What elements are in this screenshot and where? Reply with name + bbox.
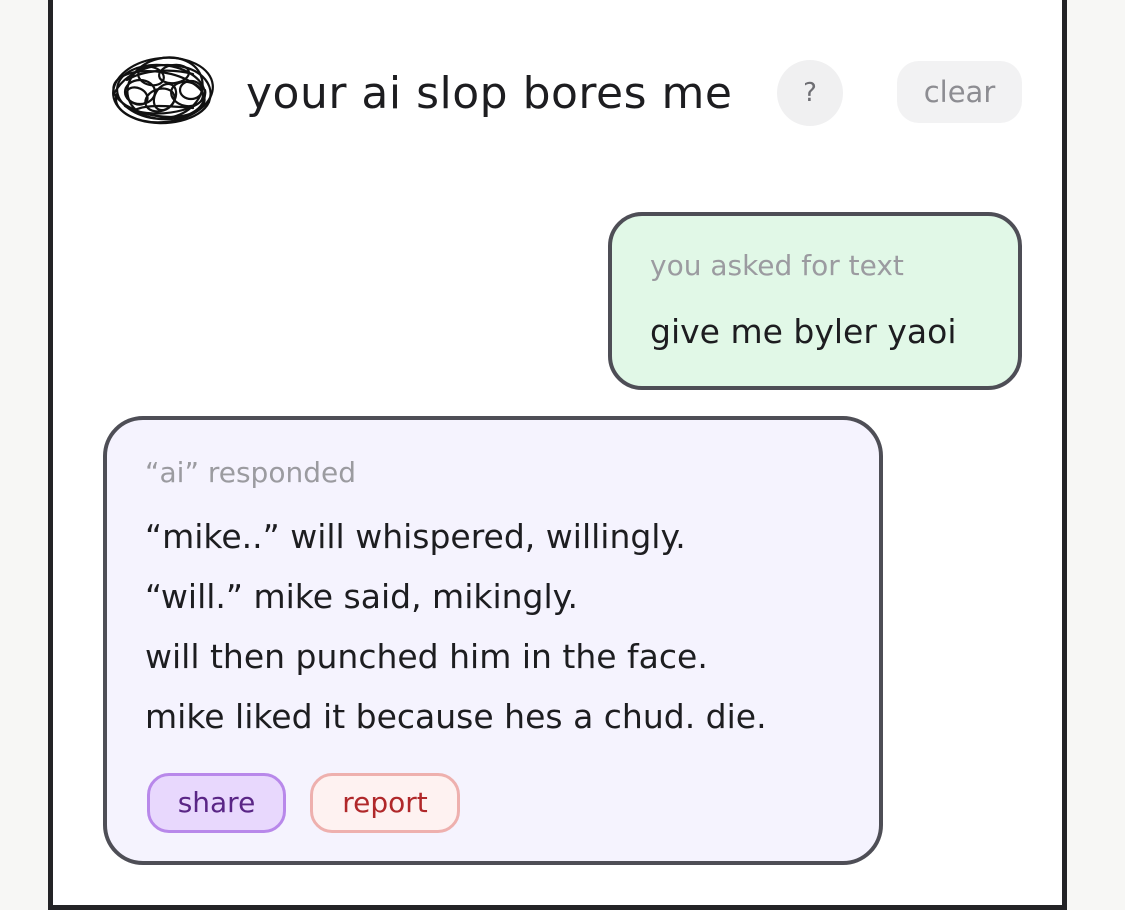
clear-button[interactable]: clear	[897, 61, 1022, 123]
share-button[interactable]: share	[147, 773, 286, 833]
app-title: your ai slop bores me	[246, 68, 733, 119]
help-button[interactable]: ?	[777, 60, 843, 126]
ai-response-caption: “ai” responded	[145, 456, 356, 489]
user-message-caption: you asked for text	[650, 249, 904, 282]
ai-response-line: “will.” mike said, mikingly.	[145, 577, 578, 616]
ai-response-line: “mike..” will whispered, willingly.	[145, 517, 686, 556]
user-message-text: give me byler yaoi	[650, 312, 957, 351]
ai-response-line: will then punched him in the face.	[145, 637, 708, 676]
ai-response-bubble: “ai” responded “mike..” will whispered, …	[103, 416, 883, 865]
user-message-bubble: you asked for text give me byler yaoi	[608, 212, 1022, 390]
report-button[interactable]: report	[310, 773, 460, 833]
scribble-logo-icon	[112, 56, 214, 125]
ai-response-line: mike liked it because hes a chud. die.	[145, 697, 767, 736]
